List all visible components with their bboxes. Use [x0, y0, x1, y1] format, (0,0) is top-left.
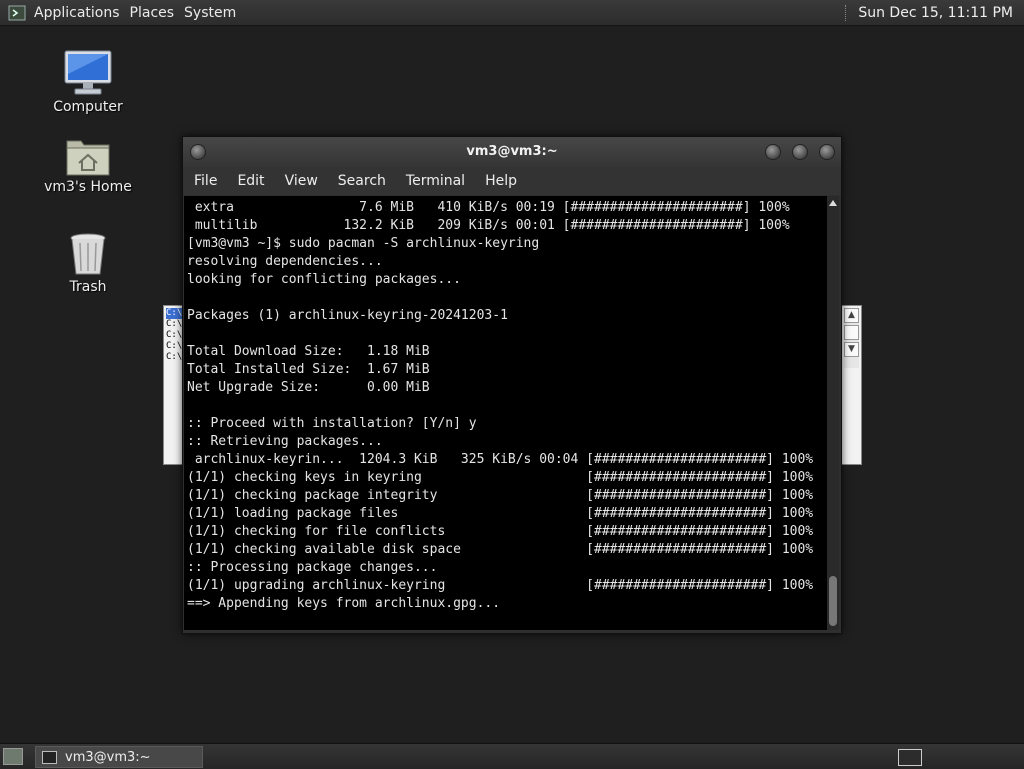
- scroll-thumb[interactable]: [829, 576, 837, 626]
- menu-terminal[interactable]: Terminal: [396, 173, 475, 189]
- menubar: File Edit View Search Terminal Help: [183, 167, 841, 195]
- menu-view[interactable]: View: [275, 173, 328, 189]
- trash-icon: [70, 233, 106, 275]
- taskbar-item-terminal[interactable]: vm3@vm3:~: [35, 746, 203, 768]
- terminal-output-area[interactable]: extra 7.6 MiB 410 KiB/s 00:19 [#########…: [184, 196, 827, 630]
- workspace-switcher[interactable]: [898, 749, 922, 766]
- menu-help[interactable]: Help: [475, 173, 527, 189]
- desktop-icon-trash[interactable]: Trash: [33, 225, 143, 295]
- terminal-window[interactable]: vm3@vm3:~ File Edit View Search Terminal…: [182, 136, 842, 634]
- computer-icon: [64, 50, 112, 95]
- panel-separator: [845, 4, 848, 21]
- desktop-icon-label: vm3's Home: [44, 179, 132, 195]
- desktop-icon-label: Computer: [53, 99, 123, 115]
- menu-edit[interactable]: Edit: [227, 173, 274, 189]
- scroll-up-icon[interactable]: [829, 200, 837, 206]
- show-desktop-icon[interactable]: [3, 748, 23, 765]
- terminal-scrollbar[interactable]: [827, 196, 839, 630]
- window-title: vm3@vm3:~: [466, 144, 558, 159]
- desktop-icon-home[interactable]: vm3's Home: [33, 125, 143, 195]
- scroll-thumb[interactable]: [844, 325, 859, 340]
- terminal-output: extra 7.6 MiB 410 KiB/s 00:19 [#########…: [187, 200, 814, 611]
- top-panel: Applications Places System Sun Dec 15, 1…: [0, 0, 1024, 26]
- background-window-scrollbar[interactable]: ▲ ▼: [844, 308, 859, 368]
- desktop-icon-computer[interactable]: Computer: [33, 45, 143, 115]
- close-icon[interactable]: [819, 144, 835, 160]
- scroll-up-icon[interactable]: ▲: [844, 308, 859, 323]
- menu-search[interactable]: Search: [328, 173, 396, 189]
- clock[interactable]: Sun Dec 15, 11:11 PM: [858, 5, 1013, 21]
- menu-file[interactable]: File: [183, 173, 227, 189]
- system-menu[interactable]: System: [182, 5, 244, 21]
- bottom-panel: vm3@vm3:~: [0, 743, 1024, 769]
- desktop-icon-label: Trash: [69, 279, 107, 295]
- applications-logo-icon[interactable]: [8, 4, 26, 22]
- applications-menu[interactable]: Applications: [32, 5, 128, 21]
- places-menu[interactable]: Places: [128, 5, 183, 21]
- maximize-icon[interactable]: [792, 144, 808, 160]
- minimize-icon[interactable]: [765, 144, 781, 160]
- taskbar-item-label: vm3@vm3:~: [65, 749, 151, 765]
- panel-right: Sun Dec 15, 11:11 PM: [845, 0, 1024, 25]
- home-folder-icon: [66, 140, 110, 176]
- titlebar[interactable]: vm3@vm3:~: [183, 137, 841, 167]
- terminal-icon: [42, 750, 57, 764]
- scroll-down-icon[interactable]: ▼: [844, 342, 859, 357]
